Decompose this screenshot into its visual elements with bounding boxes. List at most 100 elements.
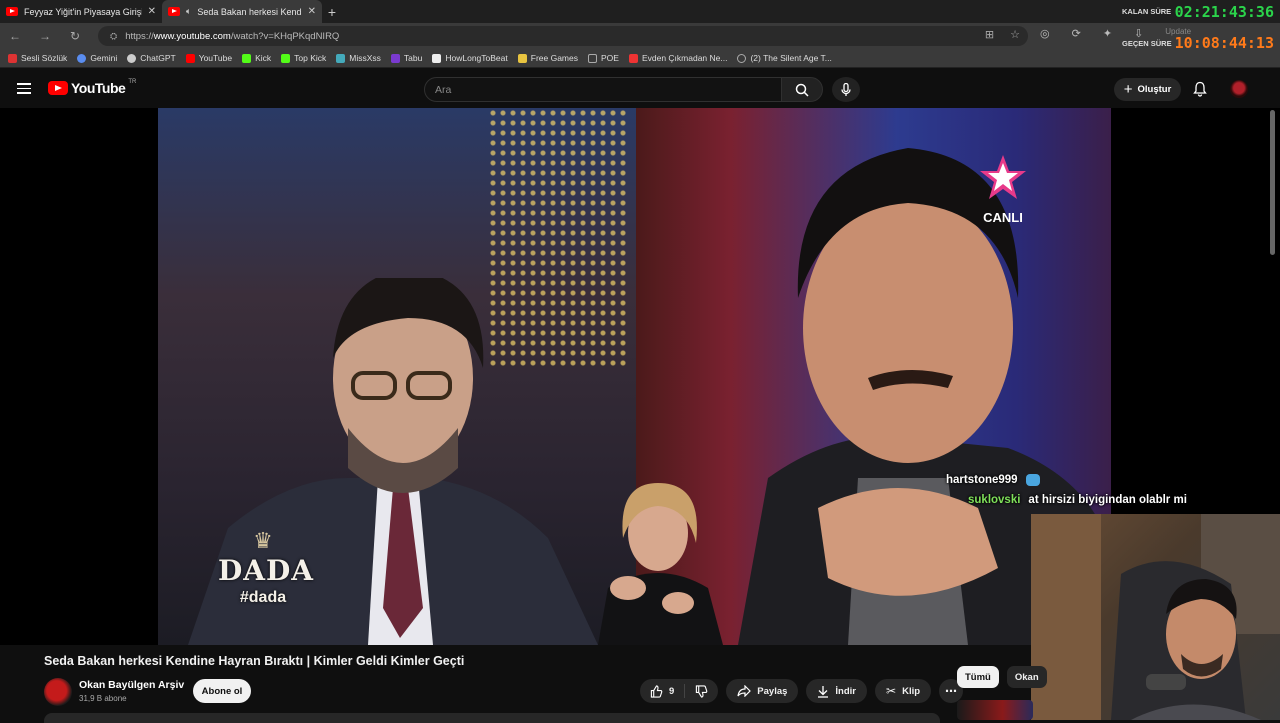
like-count: 9 <box>669 685 675 697</box>
bookmark-favicon-icon <box>432 53 442 63</box>
url-field[interactable]: ⛭ https://www.youtube.com/watch?v=KHqPKq… <box>98 26 1028 46</box>
browser-tab-bar: Feyyaz Yiğit'in Piyasaya Girişi! | Fe ✕ … <box>0 0 1280 23</box>
install-app-icon[interactable]: ⊞ <box>985 28 994 41</box>
browser-tab-active[interactable]: 🔈︎ Seda Bakan herkesi Kendine ✕ <box>162 0 322 23</box>
browser-tab[interactable]: Feyyaz Yiğit'in Piyasaya Girişi! | Fe ✕ <box>0 0 162 23</box>
bookmark-favicon-icon <box>77 53 87 63</box>
bookmark-favicon-icon <box>517 53 527 63</box>
reload-icon[interactable]: ↻ <box>60 29 90 43</box>
remaining-time-value: 02:21:43:36 <box>1174 3 1274 21</box>
crown-icon: ♛ <box>253 528 273 553</box>
close-tab-icon[interactable]: ✕ <box>308 6 316 17</box>
youtube-favicon-icon <box>6 7 18 16</box>
related-video-thumbnail[interactable] <box>957 700 1033 720</box>
bookmark-star-icon[interactable]: ☆ <box>1010 28 1020 41</box>
description-box[interactable] <box>44 713 940 723</box>
tab-title: Seda Bakan herkesi Kendine <box>197 6 302 17</box>
star-icon <box>980 155 1026 199</box>
like-dislike-group: 9 <box>640 679 719 703</box>
youtube-logo[interactable]: YouTube TR <box>48 79 136 96</box>
tab-title: Feyyaz Yiğit'in Piyasaya Girişi! | Fe <box>24 6 142 17</box>
bookmark-item[interactable]: Top Kick <box>281 53 326 63</box>
sign-language-interpreter <box>598 483 723 645</box>
url-path: /watch?v=KHqPKqdNIRQ <box>230 30 340 42</box>
search-button[interactable] <box>781 77 823 102</box>
chat-username: suklovski <box>968 494 1021 506</box>
bookmark-item[interactable]: (2) The Silent Age T... <box>737 53 832 63</box>
remaining-time-label: KALAN SÜRE <box>1122 7 1172 16</box>
bookmark-folder[interactable]: POE <box>588 53 619 63</box>
subscribe-button[interactable]: Abone ol <box>193 679 251 703</box>
bookmark-favicon-icon <box>336 53 346 63</box>
search-input[interactable]: Ara <box>424 77 782 102</box>
clip-button[interactable]: ✂ Klip <box>875 679 932 703</box>
extension-glasses-icon[interactable]: ◎ <box>1040 27 1050 40</box>
page-scrollbar[interactable] <box>1270 110 1275 255</box>
bookmark-item[interactable]: Tabu <box>390 53 422 63</box>
youtube-header: YouTube TR Ara + Oluştur <box>0 70 1280 108</box>
chip-all[interactable]: Tümü <box>957 666 999 688</box>
globe-icon <box>737 53 747 63</box>
bookmark-item[interactable]: MissXss <box>336 53 381 63</box>
share-arrow-icon <box>737 685 752 697</box>
chat-username: hartstone999 <box>946 474 1018 486</box>
video-title: Seda Bakan herkesi Kendine Hayran Bırakt… <box>44 654 465 668</box>
bookmark-item[interactable]: HowLongToBeat <box>432 53 508 63</box>
bookmark-item[interactable]: ChatGPT <box>127 53 176 63</box>
bookmark-item[interactable]: Gemini <box>77 53 117 63</box>
bookmark-item[interactable]: Free Games <box>517 53 578 63</box>
bookmark-favicon-icon <box>8 53 17 63</box>
plus-icon: + <box>1123 81 1133 98</box>
bookmark-item[interactable]: YouTube <box>185 53 232 63</box>
speaker-icon[interactable]: 🔈︎ <box>186 6 191 17</box>
channel-name[interactable]: Okan Bayülgen Arşiv <box>79 679 184 691</box>
chip-channel[interactable]: Okan <box>1006 666 1047 688</box>
like-button[interactable]: 9 <box>640 679 684 703</box>
account-avatar[interactable] <box>1230 80 1248 98</box>
url-prefix: https:// <box>125 30 154 42</box>
subscriber-count: 31,9 B abone <box>79 694 127 703</box>
extension-puzzle-icon[interactable]: ✦ <box>1103 27 1112 40</box>
chat-text: at hirsizi biyigindan olablr mi <box>1028 494 1187 506</box>
video-frame: ♛ DADA #dada CANLI <box>158 108 1111 645</box>
thumbs-up-icon <box>650 684 663 698</box>
related-filter-chips: Tümü Okan <box>957 666 1047 688</box>
share-button[interactable]: Paylaş <box>726 679 799 703</box>
microphone-icon <box>841 82 851 96</box>
create-button[interactable]: + Oluştur <box>1114 78 1181 101</box>
dada-show-logo: ♛ DADA #dada <box>218 528 315 606</box>
bookmark-favicon-icon <box>628 53 638 63</box>
chat-message: hartstone999 <box>946 470 1187 490</box>
search-icon <box>795 83 809 97</box>
chat-message: suklovski at hirsizi biyigindan olablr m… <box>946 490 1187 510</box>
elapsed-time-label: GEÇEN SÜRE <box>1122 39 1172 48</box>
bookmark-item[interactable]: Sesli Sözlük <box>8 53 67 63</box>
new-tab-button[interactable]: + <box>322 4 342 20</box>
channel-avatar[interactable] <box>44 678 72 706</box>
video-actions: 9 Paylaş İndir ✂ Klip ⋯ <box>640 679 964 703</box>
thumbs-down-icon <box>696 684 708 698</box>
forward-arrow-icon[interactable]: → <box>30 29 60 43</box>
stream-timer-overlay: KALAN SÜRE 02:21:43:36 GEÇEN SÜRE 10:08:… <box>1122 3 1274 53</box>
notifications-bell-icon[interactable] <box>1192 81 1208 97</box>
voice-search-button[interactable] <box>832 77 860 102</box>
bookmark-item[interactable]: Evden Çıkmadan Ne... <box>628 53 727 63</box>
site-info-icon[interactable]: ⛭ <box>110 31 117 42</box>
streamer-webcam <box>1031 514 1280 720</box>
bookmark-item[interactable]: Kick <box>242 53 271 63</box>
download-button[interactable]: İndir <box>806 679 868 703</box>
folder-icon <box>588 53 597 63</box>
bookmark-favicon-icon <box>390 53 400 63</box>
extension-refresh-icon[interactable]: ⟳ <box>1072 27 1081 40</box>
dislike-button[interactable] <box>685 679 718 703</box>
bookmark-favicon-icon <box>242 53 252 63</box>
bookmark-favicon-icon <box>127 53 137 63</box>
star-tv-logo: CANLI <box>973 153 1033 225</box>
bookmarks-bar: Sesli Sözlük Gemini ChatGPT YouTube Kick… <box>0 49 1280 68</box>
back-arrow-icon[interactable]: ← <box>0 29 30 43</box>
streamer-figure <box>1031 514 1280 720</box>
menu-icon[interactable] <box>17 83 31 94</box>
scissors-icon: ✂ <box>886 684 897 698</box>
close-tab-icon[interactable]: ✕ <box>148 6 156 17</box>
elapsed-time-value: 10:08:44:13 <box>1174 34 1274 52</box>
